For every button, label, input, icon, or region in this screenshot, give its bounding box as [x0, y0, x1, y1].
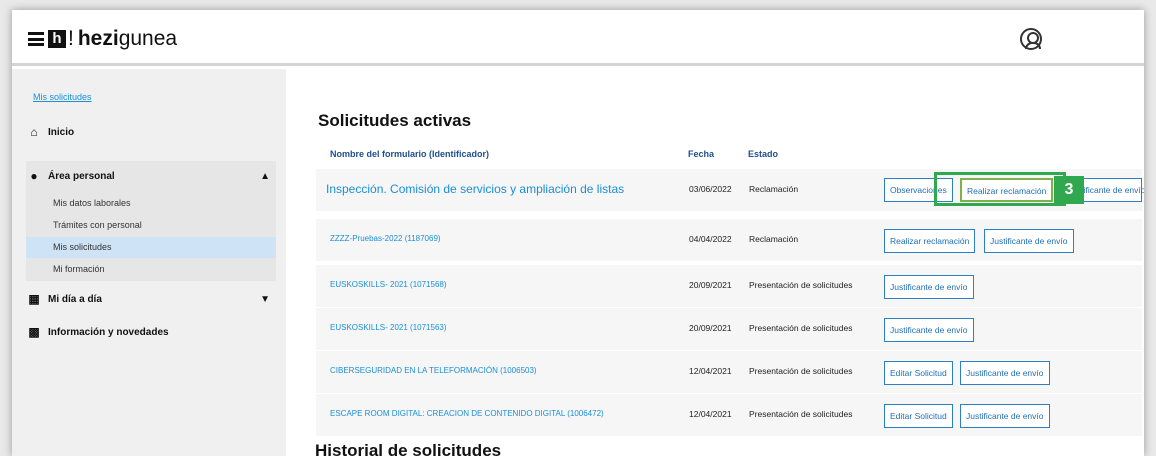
- table-row: Inspección. Comisión de servicios y ampl…: [316, 169, 1144, 211]
- caret-down-icon: ▼: [260, 293, 270, 305]
- row-date: 20/09/2021: [689, 280, 732, 290]
- column-header-name: Nombre del formulario (Identificador): [330, 149, 490, 159]
- justificante-envio-button[interactable]: Justificante de envío: [884, 318, 974, 342]
- table-row: CIBERSEGURIDAD EN LA TELEFORMACIÓN (1006…: [316, 351, 1142, 393]
- user-circle-icon[interactable]: [1020, 28, 1042, 50]
- row-date: 03/06/2022: [689, 184, 732, 194]
- sidebar-subitem-mi-formacion[interactable]: Mi formación: [26, 259, 276, 280]
- sidebar-item-informacion[interactable]: ▩ Información y novedades: [26, 321, 276, 343]
- realizar-reclamacion-button[interactable]: Realizar reclamación: [884, 229, 976, 253]
- app-window: h ! hezi gunea Mis solicitudes ⌂ Inicio …: [12, 10, 1144, 456]
- row-state: Presentación de solicitudes: [749, 409, 853, 419]
- breadcrumb[interactable]: Mis solicitudes: [33, 92, 92, 102]
- home-icon: ⌂: [30, 125, 38, 139]
- sidebar-item-label: Área personal: [48, 170, 115, 182]
- row-date: 12/04/2021: [689, 409, 732, 419]
- news-icon: ▩: [28, 325, 40, 339]
- sidebar-item-label: Mi día a día: [48, 293, 102, 305]
- caret-up-icon: ▲: [260, 170, 270, 182]
- sidebar-item-mi-dia[interactable]: ▦ Mi día a día ▼: [26, 288, 276, 310]
- editar-solicitud-button[interactable]: Editar Solicitud: [884, 361, 953, 385]
- form-name-link[interactable]: Inspección. Comisión de servicios y ampl…: [326, 182, 624, 196]
- page-title: Solicitudes activas: [318, 111, 472, 130]
- sidebar-item-inicio[interactable]: ⌂ Inicio: [26, 121, 276, 143]
- top-bar: h ! hezi gunea: [12, 10, 1144, 66]
- justificante-envio-button[interactable]: Justificante de envío: [960, 404, 1050, 428]
- justificante-envio-button[interactable]: Justificante de envío: [960, 361, 1050, 385]
- person-icon: ●: [30, 169, 38, 183]
- editar-solicitud-button[interactable]: Editar Solicitud: [884, 404, 953, 428]
- calendar-icon: ▦: [28, 292, 40, 306]
- justificante-envio-button[interactable]: Justificante de envío: [884, 275, 974, 299]
- column-header-state: Estado: [748, 149, 779, 159]
- app-logo[interactable]: h ! hezi gunea: [28, 27, 177, 51]
- row-date: 20/09/2021: [689, 323, 732, 333]
- sidebar: Mis solicitudes ⌂ Inicio ● Área personal…: [12, 69, 286, 456]
- sidebar-item-label: Información y novedades: [48, 326, 169, 338]
- form-name-link[interactable]: EUSKOSKILLS- 2021 (1071563): [330, 323, 447, 332]
- sidebar-subitem-mis-datos-laborales[interactable]: Mis datos laborales: [26, 193, 276, 214]
- form-name-link[interactable]: ESCAPE ROOM DIGITAL: CREACION DE CONTENI…: [330, 409, 604, 418]
- row-date: 12/04/2021: [689, 366, 732, 376]
- sidebar-subitem-tramites[interactable]: Trámites con personal: [26, 215, 276, 236]
- row-date: 04/04/2022: [689, 234, 732, 244]
- row-state: Reclamación: [749, 234, 799, 244]
- logo-text: gunea: [118, 27, 178, 50]
- justificante-envio-button[interactable]: Justificante de envío: [984, 229, 1074, 253]
- table-row: EUSKOSKILLS- 2021 (1071563) 20/09/2021 P…: [316, 308, 1142, 350]
- form-name-link[interactable]: CIBERSEGURIDAD EN LA TELEFORMACIÓN (1006…: [330, 366, 537, 375]
- column-header-date: Fecha: [688, 149, 715, 159]
- table-row: EUSKOSKILLS- 2021 (1071568) 20/09/2021 P…: [316, 265, 1142, 307]
- form-name-link[interactable]: EUSKOSKILLS- 2021 (1071568): [330, 280, 447, 289]
- main-content: Solicitudes activas Nombre del formulari…: [286, 69, 1144, 456]
- sidebar-item-label: Inicio: [48, 126, 75, 138]
- sidebar-subitem-mis-solicitudes[interactable]: Mis solicitudes: [26, 237, 276, 258]
- row-state: Presentación de solicitudes: [749, 280, 853, 290]
- logo-mark: h: [48, 30, 66, 48]
- table-row: ZZZZ-Pruebas-2022 (1187069) 04/04/2022 R…: [316, 219, 1142, 261]
- logo-exclamation: !: [68, 27, 74, 50]
- logo-text-bold: hezi: [77, 27, 119, 50]
- row-state: Reclamación: [749, 184, 799, 194]
- row-state: Presentación de solicitudes: [749, 366, 853, 376]
- hamburger-menu-icon[interactable]: [28, 32, 44, 46]
- sidebar-item-area-personal[interactable]: ● Área personal ▲: [26, 165, 276, 187]
- observaciones-button[interactable]: Observaciones: [884, 178, 953, 202]
- history-title: Historial de solicitudes: [315, 441, 502, 456]
- form-name-link[interactable]: ZZZZ-Pruebas-2022 (1187069): [330, 234, 441, 243]
- step-number-badge: 3: [1054, 176, 1084, 204]
- realizar-reclamacion-button[interactable]: Realizar reclamación: [960, 178, 1054, 202]
- table-row: ESCAPE ROOM DIGITAL: CREACION DE CONTENI…: [316, 394, 1142, 436]
- row-state: Presentación de solicitudes: [749, 323, 853, 333]
